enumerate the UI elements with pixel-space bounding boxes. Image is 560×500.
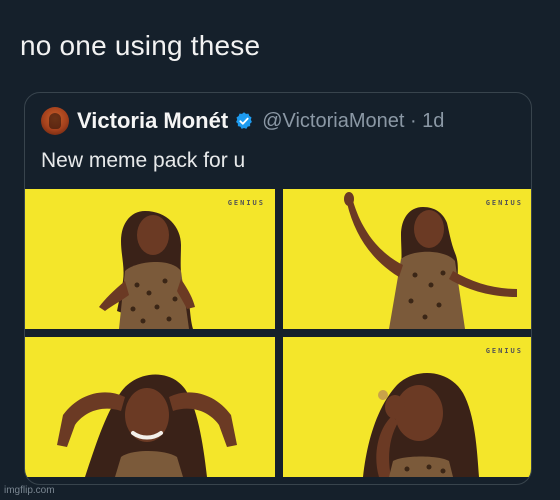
meme-image-2[interactable]: GENIUS <box>283 189 531 329</box>
woman-shrugging-illustration <box>99 211 195 329</box>
quoted-tweet-card[interactable]: Victoria Monét @VictoriaMonet · 1d New m… <box>24 92 532 485</box>
woman-arms-raised-illustration <box>344 192 517 329</box>
display-name[interactable]: Victoria Monét <box>77 108 228 134</box>
tweet-text: New meme pack for u <box>41 149 246 172</box>
meme-image-3[interactable] <box>25 337 275 477</box>
handle-and-time[interactable]: @VictoriaMonet · 1d <box>262 110 444 133</box>
avatar[interactable] <box>41 107 69 135</box>
meme-image-4[interactable]: GENIUS <box>283 337 531 477</box>
verified-badge-icon <box>236 112 253 129</box>
meme-caption: no one using these <box>20 30 261 61</box>
meme-image-1[interactable]: GENIUS <box>25 189 275 329</box>
woman-hands-behind-head-illustration <box>57 374 237 477</box>
imgflip-watermark: imgflip.com <box>4 485 55 496</box>
genius-logo: GENIUS <box>485 347 523 355</box>
genius-logo: GENIUS <box>227 199 265 207</box>
genius-logo: GENIUS <box>485 199 523 207</box>
tweet-header: Victoria Monét @VictoriaMonet · 1d <box>41 107 444 135</box>
woman-hand-on-face-illustration <box>363 373 479 477</box>
media-grid[interactable]: GENIUS GENIUS GENIUS <box>25 189 531 479</box>
